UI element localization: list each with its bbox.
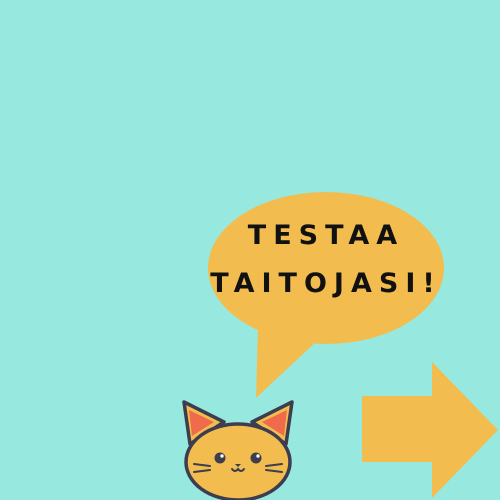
cat-face-icon — [182, 400, 294, 500]
graphic-canvas: TESTAA TAITOJASI! — [0, 0, 500, 500]
arrow-right-icon — [362, 362, 498, 498]
speech-line-2: TAITOJASI! — [210, 268, 442, 299]
speech-bubble-text: TESTAA TAITOJASI! — [200, 212, 452, 308]
speech-line-1: TESTAA — [247, 220, 405, 251]
